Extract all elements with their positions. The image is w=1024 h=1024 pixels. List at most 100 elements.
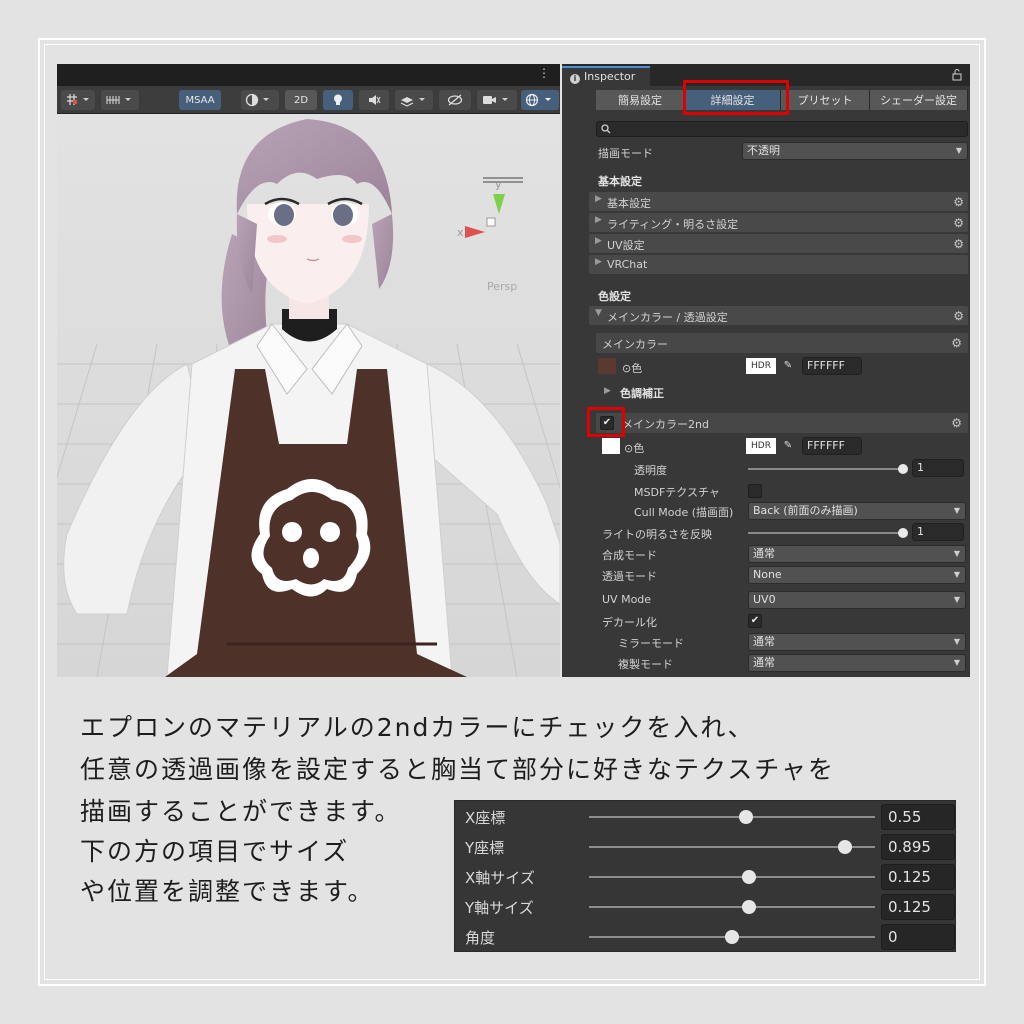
- color-2nd-texture[interactable]: [602, 438, 620, 454]
- decal-slider-handle[interactable]: [742, 870, 757, 884]
- lighting-toggle-button[interactable]: [323, 90, 353, 110]
- shading-mode-button[interactable]: [241, 90, 279, 110]
- copy-mode-dropdown[interactable]: 通常 ▼: [748, 654, 966, 672]
- copy-mode-row: 複製モード 通常 ▼: [562, 653, 970, 673]
- decal-value-field[interactable]: 0.895: [881, 834, 955, 860]
- uv-mode-dropdown[interactable]: UV0 ▼: [748, 591, 966, 609]
- grid-icon: [67, 94, 89, 105]
- decal-checkbox[interactable]: ✔: [748, 614, 762, 628]
- 2d-mode-button[interactable]: 2D: [285, 90, 317, 110]
- blend-mode-dropdown[interactable]: 通常 ▼: [748, 545, 966, 563]
- blend-mode-label: 合成モード: [602, 549, 657, 562]
- decal-slider-track[interactable]: [589, 816, 875, 818]
- decal-value-field[interactable]: 0.55: [881, 804, 955, 830]
- decal-slider-track[interactable]: [589, 906, 875, 908]
- increment-snap-button[interactable]: [101, 90, 139, 110]
- mirror-mode-row: ミラーモード 通常 ▼: [562, 632, 970, 652]
- decal-slider-handle[interactable]: [837, 840, 852, 854]
- caption-line-4: 下の方の項目でサイズ: [80, 837, 350, 866]
- mirror-mode-label: ミラーモード: [618, 637, 684, 650]
- eyedropper-icon[interactable]: ✎: [780, 438, 796, 454]
- projection-label: Persp: [487, 280, 517, 293]
- tab-shader-settings[interactable]: シェーダー設定: [870, 90, 968, 110]
- fold-lighting-settings[interactable]: ▶ ライティング・明るさ設定 ⚙: [589, 213, 968, 232]
- light-slider[interactable]: [748, 532, 906, 534]
- fold-basic-settings[interactable]: ▶ 基本設定 ⚙: [589, 192, 968, 211]
- mirror-mode-value: 通常: [753, 635, 775, 648]
- gear-icon[interactable]: ⚙: [951, 336, 962, 350]
- gear-icon[interactable]: ⚙: [953, 216, 964, 230]
- decal-value-field[interactable]: 0.125: [881, 894, 955, 920]
- chevron-down-icon: ▼: [953, 506, 960, 515]
- camera-settings-button[interactable]: [477, 90, 517, 110]
- chevron-down-icon: ▼: [955, 146, 962, 155]
- opacity-field[interactable]: 1: [912, 459, 964, 477]
- decal-setting-row: Y座標 0.895: [455, 832, 957, 862]
- main-color-hex-field[interactable]: FFFFFF: [802, 357, 862, 375]
- decal-setting-label: Y軸サイズ: [465, 899, 534, 917]
- main-color-hdr-swatch[interactable]: HDR: [746, 358, 776, 374]
- gear-icon[interactable]: ⚙: [953, 309, 964, 323]
- audio-toggle-button[interactable]: [359, 90, 389, 110]
- color-2nd-color-label: 色: [633, 442, 645, 455]
- opacity-slider[interactable]: [748, 468, 906, 470]
- alpha-mode-dropdown[interactable]: None ▼: [748, 566, 966, 584]
- hidden-objects-button[interactable]: [439, 90, 471, 110]
- fold-main-color[interactable]: ▼ メインカラー / 透過設定 ⚙: [589, 306, 968, 325]
- decal-setting-label: X座標: [465, 809, 506, 827]
- caption-line-2: 任意の透過画像を設定すると胸当て部分に好きなテクスチャを: [80, 755, 836, 784]
- render-mode-dropdown[interactable]: 不透明 ▼: [742, 142, 968, 160]
- chevron-down-icon: ▼: [953, 637, 960, 646]
- gear-icon[interactable]: ⚙: [951, 416, 962, 430]
- main-color-texture[interactable]: [598, 358, 616, 374]
- decal-slider-handle[interactable]: [725, 930, 739, 944]
- search-input[interactable]: [596, 121, 968, 137]
- lightbulb-icon: [334, 94, 342, 105]
- mirror-mode-dropdown[interactable]: 通常 ▼: [748, 633, 966, 651]
- search-icon: [601, 124, 611, 134]
- main-color-2nd-header[interactable]: メインカラー2nd ⚙: [596, 413, 968, 433]
- cull-mode-dropdown[interactable]: Back (前面のみ描画) ▼: [748, 502, 966, 520]
- decal-setting-row: X座標 0.55: [455, 802, 957, 832]
- decal-slider-handle[interactable]: [739, 810, 754, 824]
- grid-snap-button[interactable]: [61, 90, 95, 110]
- effects-toggle-button[interactable]: [395, 90, 433, 110]
- copy-mode-value: 通常: [753, 656, 775, 669]
- decal-slider-handle[interactable]: [742, 900, 757, 914]
- chevron-down-icon: ▼: [953, 595, 960, 604]
- gizmos-button[interactable]: [521, 90, 559, 110]
- kebab-menu-icon[interactable]: ⋮: [538, 66, 550, 80]
- eyedropper-icon[interactable]: ✎: [780, 358, 796, 374]
- opacity-slider-handle[interactable]: [898, 464, 908, 474]
- color-2nd-hdr-swatch[interactable]: HDR: [746, 438, 776, 454]
- color-correction-row[interactable]: ▶ 色調補正: [562, 382, 970, 402]
- uv-mode-label: UV Mode: [602, 593, 652, 606]
- msdf-checkbox[interactable]: [748, 484, 762, 498]
- light-slider-handle[interactable]: [898, 528, 908, 538]
- basic-section-header: 基本設定: [562, 170, 970, 190]
- msaa-button[interactable]: MSAA: [179, 90, 221, 110]
- decal-slider-track[interactable]: [589, 876, 875, 878]
- cull-mode-label: Cull Mode (描画面): [634, 506, 734, 519]
- inspector-tab[interactable]: i Inspector: [562, 66, 650, 86]
- gear-icon[interactable]: ⚙: [953, 195, 964, 209]
- camera-icon: [483, 96, 508, 104]
- light-field[interactable]: 1: [912, 523, 964, 541]
- scene-viewport[interactable]: y x Persp: [57, 114, 560, 677]
- tab-presets[interactable]: プリセット: [781, 90, 870, 110]
- fold-label: VRChat: [607, 258, 648, 271]
- color-2nd-row: ⊙色 HDR ✎ FFFFFF: [562, 437, 970, 457]
- render-mode-row: 描画モード 不透明 ▼: [562, 142, 970, 162]
- main-color-row: ⊙色 HDR ✎ FFFFFF: [562, 357, 970, 377]
- lock-icon[interactable]: [952, 68, 962, 81]
- main-color-header[interactable]: メインカラー ⚙: [596, 333, 968, 353]
- fold-uv-settings[interactable]: ▶ UV設定 ⚙: [589, 234, 968, 253]
- decal-value-field[interactable]: 0: [881, 924, 955, 950]
- gear-icon[interactable]: ⚙: [953, 237, 964, 251]
- decal-value-field[interactable]: 0.125: [881, 864, 955, 890]
- fold-vrchat[interactable]: ▶ VRChat: [589, 255, 968, 274]
- decal-slider-track[interactable]: [589, 846, 875, 848]
- tab-simple-settings[interactable]: 簡易設定: [596, 90, 685, 110]
- color-2nd-hex-field[interactable]: FFFFFF: [802, 437, 862, 455]
- msdf-row: MSDFテクスチャ: [562, 481, 970, 501]
